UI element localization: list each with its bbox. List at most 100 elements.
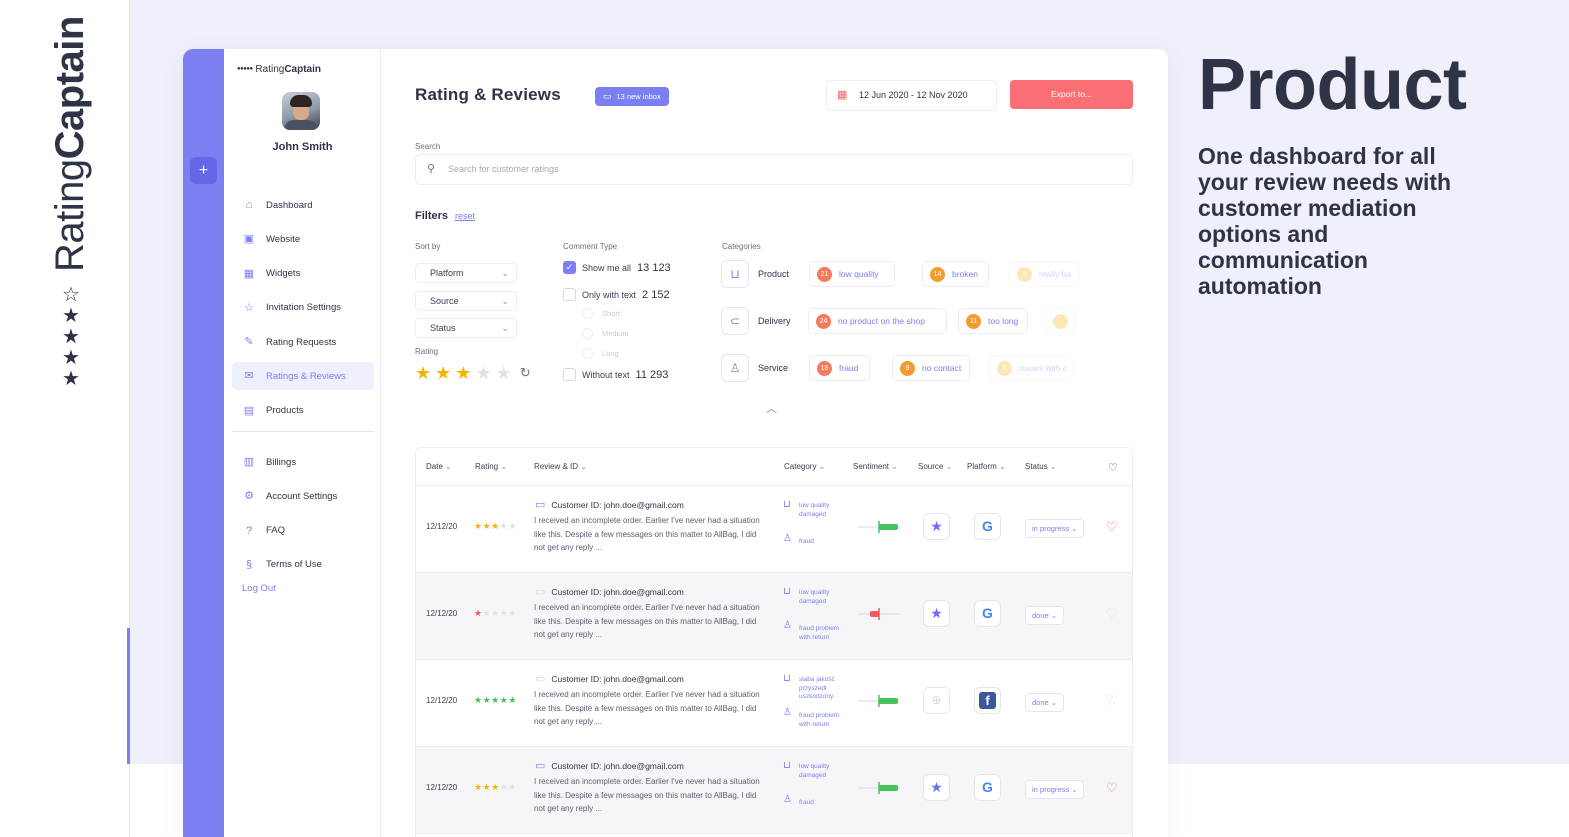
star-filled-icon[interactable]: ★ bbox=[455, 364, 471, 382]
length-long-radio[interactable]: Long bbox=[582, 348, 619, 359]
refresh-icon[interactable]: ↻ bbox=[520, 364, 531, 382]
star-filled-icon[interactable]: ★ bbox=[435, 364, 451, 382]
category-chip[interactable]: 14 broken bbox=[922, 261, 989, 287]
collapse-filters-chevron-up-icon[interactable]: ︿ bbox=[766, 400, 777, 416]
favorite-heart-icon[interactable]: ♡ bbox=[1106, 693, 1118, 709]
category-chip[interactable]: 9 no contact bbox=[892, 355, 970, 381]
review-text: I received an incomplete order. Earlier … bbox=[534, 516, 760, 552]
sidebar-item-terms-of-use[interactable]: § Terms of Use bbox=[232, 551, 374, 579]
google-logo-icon: G bbox=[982, 605, 993, 621]
column-label: Sentiment bbox=[853, 462, 890, 471]
person-icon: ♙ bbox=[783, 620, 792, 631]
date-range-picker[interactable]: ▦ 12 Jun 2020 - 12 Nov 2020 bbox=[826, 80, 997, 111]
reset-filters-link[interactable]: reset bbox=[455, 211, 475, 221]
review-customer-id[interactable]: ▭ Customer ID: john.doe@gmail.com bbox=[535, 498, 684, 511]
length-short-radio[interactable]: Short bbox=[582, 308, 620, 319]
category-chip[interactable]: lo bbox=[1045, 308, 1075, 334]
column-header-rating[interactable]: Rating ⌄ bbox=[475, 462, 507, 471]
rating-filter[interactable]: ★ ★ ★ ★ ★ ↻ bbox=[415, 364, 531, 382]
review-customer-id[interactable]: ▭ Customer ID: john.doe@gmail.com bbox=[535, 759, 684, 772]
review-categories: ⊔ low quality damaged ♙ fraud bbox=[783, 761, 835, 822]
chip-count-badge: 6 bbox=[997, 360, 1012, 376]
with-text-checkbox[interactable]: Only with text 2 152 bbox=[563, 288, 670, 301]
sidebar-item-billings[interactable]: ▥ Billings bbox=[232, 448, 374, 476]
column-header-date[interactable]: Date ⌄ bbox=[426, 462, 452, 471]
favorite-heart-icon[interactable]: ♡ bbox=[1106, 606, 1118, 622]
without-text-checkbox[interactable]: Without text 11 293 bbox=[563, 368, 668, 381]
status-dropdown[interactable]: in progress ⌄ bbox=[1025, 519, 1085, 538]
chip-count-badge: 14 bbox=[930, 266, 945, 282]
chip-label: really ba bbox=[1039, 269, 1072, 279]
sort-platform-dropdown[interactable]: Platform ⌄ bbox=[415, 263, 517, 283]
status-dropdown[interactable]: done ⌄ bbox=[1025, 606, 1065, 625]
sidebar-item-products[interactable]: ▤ Products bbox=[232, 397, 374, 425]
star-empty-icon[interactable]: ★ bbox=[475, 364, 491, 382]
avatar[interactable] bbox=[282, 92, 320, 130]
sidebar-item-invitation-settings[interactable]: ☆ Invitation Settings bbox=[232, 294, 374, 322]
status-dropdown[interactable]: in progress ⌄ bbox=[1025, 780, 1085, 799]
category-tag: fraud bbox=[799, 538, 814, 545]
sidebar-item-ratings-reviews[interactable]: ✉ Ratings & Reviews bbox=[232, 362, 374, 391]
person-icon: ♙ bbox=[783, 794, 792, 805]
review-rating-stars: ★★★★★ bbox=[474, 608, 517, 619]
export-button[interactable]: Export to... bbox=[1010, 80, 1133, 109]
add-button[interactable]: + bbox=[190, 157, 217, 184]
column-header-source[interactable]: Source ⌄ bbox=[918, 462, 952, 471]
customer-id-text: Customer ID: john.doe@gmail.com bbox=[551, 761, 684, 771]
source-star-icon[interactable]: ★ bbox=[923, 513, 950, 540]
column-header-sentiment[interactable]: Sentiment ⌄ bbox=[853, 462, 898, 471]
chevron-down-icon: ⌄ bbox=[1047, 462, 1057, 471]
category-chip[interactable]: 4 really ba bbox=[1009, 261, 1079, 287]
star-filled-icon: ★ bbox=[474, 695, 483, 705]
sidebar-item-faq[interactable]: ? FAQ bbox=[232, 517, 374, 545]
source-star-icon[interactable]: ★ bbox=[923, 774, 950, 801]
favorite-heart-icon[interactable]: ♡ bbox=[1106, 519, 1118, 535]
platform-facebook-icon[interactable]: f bbox=[974, 687, 1001, 714]
review-customer-id[interactable]: ▭ Customer ID: john.doe@gmail.com bbox=[535, 672, 684, 685]
calendar-icon: ▦ bbox=[837, 89, 848, 101]
category-chip[interactable]: 6 issues with c bbox=[989, 355, 1073, 381]
brand-wordmark: RatingCaptain bbox=[48, 16, 93, 272]
sidebar-item-dashboard[interactable]: ⌂ Dashboard bbox=[232, 191, 374, 219]
radio-icon bbox=[582, 348, 593, 359]
chevron-down-icon: ⌄ bbox=[498, 462, 508, 471]
favorite-column-heart-icon[interactable]: ♡ bbox=[1108, 461, 1118, 474]
sidebar-item-widgets[interactable]: ▦ Widgets bbox=[232, 260, 374, 288]
review-customer-id[interactable]: ▭ Customer ID: john.doe@gmail.com bbox=[535, 585, 684, 598]
table-row[interactable]: 12/12/20 ★★★★★ ▭ Customer ID: john.doe@gmai… bbox=[416, 660, 1132, 747]
platform-google-icon[interactable]: G bbox=[974, 774, 1001, 801]
table-row[interactable]: 12/12/20 ★★★★★ ▭ Customer ID: john.doe@gmai… bbox=[416, 486, 1132, 573]
sort-status-dropdown[interactable]: Status ⌄ bbox=[415, 318, 517, 338]
inbox-badge[interactable]: ▭ 13 new inbox bbox=[595, 87, 669, 106]
source-star-icon[interactable]: ★ bbox=[923, 600, 950, 627]
table-row[interactable]: 12/12/20 ★★★★★ ▭ Customer ID: john.doe@gmai… bbox=[416, 573, 1132, 660]
column-label: Rating bbox=[475, 462, 499, 471]
platform-google-icon[interactable]: G bbox=[974, 513, 1001, 540]
star-filled-icon[interactable]: ★ bbox=[415, 364, 431, 382]
favorite-heart-icon[interactable]: ♡ bbox=[1106, 780, 1118, 796]
sidebar-item-rating-requests[interactable]: ✎ Rating Requests bbox=[232, 328, 374, 356]
category-chip[interactable]: 24 no product on the shop bbox=[808, 308, 947, 334]
category-chip[interactable]: 18 fraud bbox=[809, 355, 870, 381]
category-chip[interactable]: 21 low quality bbox=[809, 261, 895, 287]
length-medium-radio[interactable]: Medium bbox=[582, 328, 629, 339]
platform-google-icon[interactable]: G bbox=[974, 600, 1001, 627]
column-header-review-id[interactable]: Review & ID ⌄ bbox=[534, 462, 587, 471]
sidebar-item-website[interactable]: ▣ Website bbox=[232, 225, 374, 253]
sentiment-indicator bbox=[858, 695, 900, 707]
status-dropdown[interactable]: done ⌄ bbox=[1025, 693, 1065, 712]
chevron-down-icon: ⌄ bbox=[889, 462, 898, 471]
source-globe-icon[interactable]: ⊕ bbox=[923, 687, 950, 714]
sidebar-item-account-settings[interactable]: ⚙ Account Settings bbox=[232, 482, 374, 510]
star-empty-icon[interactable]: ★ bbox=[496, 364, 512, 382]
table-row[interactable]: 12/12/20 ★★★★★ ▭ Customer ID: john.doe@gmai… bbox=[416, 747, 1132, 834]
column-header-category[interactable]: Category ⌄ bbox=[784, 462, 825, 471]
status-label: in progress bbox=[1032, 524, 1070, 533]
search-input[interactable]: ⚲ Search for customer ratings bbox=[415, 154, 1133, 185]
sort-source-dropdown[interactable]: Source ⌄ bbox=[415, 291, 517, 311]
category-chip[interactable]: 11 too long bbox=[958, 308, 1028, 334]
column-header-platform[interactable]: Platform ⌄ bbox=[967, 462, 1006, 471]
logout-link[interactable]: Log Out bbox=[232, 583, 374, 594]
column-header-status[interactable]: Status ⌄ bbox=[1025, 462, 1057, 471]
show-all-checkbox[interactable]: ✓ Show me all 13 123 bbox=[563, 261, 671, 274]
